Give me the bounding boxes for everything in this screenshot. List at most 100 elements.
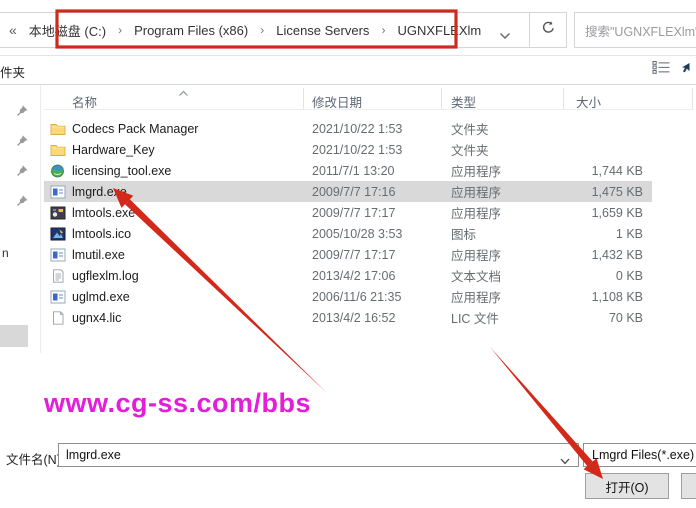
new-folder-button-partial[interactable]: 件夹 xyxy=(0,62,25,81)
file-name-cell: uglmd.exe xyxy=(72,290,130,304)
breadcrumb-item[interactable]: Program Files (x86) xyxy=(134,23,248,38)
table-row[interactable]: Codecs Pack Manager 2021/10/22 1:53 文件夹 xyxy=(44,118,652,139)
file-size-cell: 1 KB xyxy=(514,227,643,241)
table-row[interactable]: ugflexlm.log 2013/4/2 17:06 文本文档 0 KB xyxy=(44,265,652,286)
breadcrumb-separator-icon: › xyxy=(118,23,122,37)
search-input[interactable]: 搜索"UGNXFLEXlm" xyxy=(574,12,696,48)
file-name-cell: licensing_tool.exe xyxy=(72,164,171,178)
column-separator[interactable] xyxy=(563,88,564,110)
file-name-cell: lmtools.exe xyxy=(72,206,135,220)
file-size-cell: 1,659 KB xyxy=(514,206,643,220)
table-row[interactable]: uglmd.exe 2006/11/6 21:35 应用程序 1,108 KB xyxy=(44,286,652,307)
column-separator[interactable] xyxy=(692,88,693,110)
view-dropdown-arrow-icon[interactable] xyxy=(677,61,691,79)
app-icon xyxy=(50,247,66,262)
file-size-cell: 1,475 KB xyxy=(514,185,643,199)
file-name-cell: ugnx4.lic xyxy=(72,311,121,325)
breadcrumb-separator-icon: › xyxy=(260,23,264,37)
table-row[interactable]: Hardware_Key 2021/10/22 1:53 文件夹 xyxy=(44,139,652,160)
file-type-cell: 应用程序 xyxy=(451,161,501,180)
table-row[interactable]: lmtools.ico 2005/10/28 3:53 图标 1 KB xyxy=(44,223,652,244)
breadcrumb-item[interactable]: License Servers xyxy=(276,23,369,38)
file-name-cell: lmgrd.exe xyxy=(72,185,127,199)
file-size-cell: 70 KB xyxy=(514,311,643,325)
pin-icon[interactable] xyxy=(16,104,29,122)
tool-app-icon xyxy=(50,205,66,220)
log-file-icon xyxy=(50,268,66,283)
open-button[interactable]: 打开(O) xyxy=(585,473,669,499)
breadcrumb-separator-icon: › xyxy=(381,23,385,37)
file-date-cell: 2013/4/2 17:06 xyxy=(312,269,395,283)
filename-input[interactable]: lmgrd.exe xyxy=(58,443,579,467)
pin-icon[interactable] xyxy=(16,194,29,212)
address-bar[interactable]: « 本地磁盘 (C:) › Program Files (x86) › License … xyxy=(0,12,530,48)
table-row[interactable]: lmgrd.exe2009/7/7 17:16应用程序1,475 KB xyxy=(44,181,652,202)
file-name-cell: ugflexlm.log xyxy=(72,269,139,283)
file-size-cell: 1,432 KB xyxy=(514,248,643,262)
sort-ascending-icon xyxy=(178,84,189,102)
file-type-cell: 应用程序 xyxy=(451,287,501,306)
file-date-cell: 2021/10/22 1:53 xyxy=(312,122,402,136)
file-type-cell: 图标 xyxy=(451,224,476,243)
breadcrumb-item[interactable]: UGNXFLEXlm xyxy=(397,23,481,38)
file-type-cell: 应用程序 xyxy=(451,245,501,264)
column-separator[interactable] xyxy=(441,88,442,110)
filetype-select[interactable]: Lmgrd Files(*.exe) xyxy=(583,443,696,467)
globe-app-icon xyxy=(50,163,66,178)
folder-icon xyxy=(50,121,66,136)
filename-label: 文件名(N): xyxy=(6,449,64,468)
toolbar-divider xyxy=(0,84,696,85)
file-name-cell: Codecs Pack Manager xyxy=(72,122,198,136)
open-file-dialog: « 本地磁盘 (C:) › Program Files (x86) › License … xyxy=(0,0,696,508)
filename-value: lmgrd.exe xyxy=(66,448,121,462)
pin-icon[interactable] xyxy=(16,134,29,152)
image-icon xyxy=(50,226,66,241)
file-date-cell: 2009/7/7 17:16 xyxy=(312,185,395,199)
address-dropdown-chevron-icon[interactable] xyxy=(499,27,511,45)
table-row[interactable]: licensing_tool.exe 2011/7/1 13:20 应用程序 1,74… xyxy=(44,160,652,181)
breadcrumb: 本地磁盘 (C:) › Program Files (x86) › License Se… xyxy=(17,21,481,40)
file-type-cell: 文件夹 xyxy=(451,140,489,159)
file-name-cell: Hardware_Key xyxy=(72,143,155,157)
table-row[interactable]: lmtools.exe 2009/7/7 17:17 应用程序 1,659 KB xyxy=(44,202,652,223)
filetype-value: Lmgrd Files(*.exe) xyxy=(592,448,694,462)
toolbar xyxy=(0,56,696,84)
file-table: Codecs Pack Manager2021/10/22 1:53文件夹Har… xyxy=(44,118,652,328)
table-row[interactable]: ugnx4.lic 2013/4/2 16:52 LIC 文件 70 KB xyxy=(44,307,652,328)
file-type-cell: LIC 文件 xyxy=(451,308,499,327)
column-separator[interactable] xyxy=(303,88,304,110)
pin-icon[interactable] xyxy=(16,164,29,182)
watermark: www.cg-ss.com/bbs xyxy=(44,388,311,419)
file-date-cell: 2006/11/6 21:35 xyxy=(312,290,401,304)
breadcrumb-item[interactable]: 本地磁盘 (C:) xyxy=(29,21,106,40)
file-date-cell: 2009/7/7 17:17 xyxy=(312,206,395,220)
blank-file-icon xyxy=(50,310,66,325)
sidebar-item-partial-label[interactable]: n xyxy=(2,246,9,260)
file-type-cell: 应用程序 xyxy=(451,203,501,222)
file-date-cell: 2021/10/22 1:53 xyxy=(312,143,402,157)
file-name-cell: lmutil.exe xyxy=(72,248,125,262)
file-date-cell: 2011/7/1 13:20 xyxy=(312,164,394,178)
refresh-button[interactable] xyxy=(529,12,567,48)
file-type-cell: 文本文档 xyxy=(451,266,501,285)
app-icon xyxy=(50,184,66,199)
filename-dropdown-chevron-icon[interactable] xyxy=(560,452,570,470)
app-icon xyxy=(50,289,66,304)
file-size-cell: 1,108 KB xyxy=(514,290,643,304)
file-type-cell: 文件夹 xyxy=(451,119,489,138)
file-size-cell: 1,744 KB xyxy=(514,164,643,178)
details-view-icon[interactable] xyxy=(652,60,672,80)
file-size-cell: 0 KB xyxy=(514,269,643,283)
header-underline xyxy=(44,109,694,110)
sidebar-selected-fragment[interactable] xyxy=(0,325,28,347)
file-date-cell: 2013/4/2 16:52 xyxy=(312,311,395,325)
file-date-cell: 2005/10/28 3:53 xyxy=(312,227,402,241)
folder-icon xyxy=(50,142,66,157)
breadcrumb-collapse-icon[interactable]: « xyxy=(9,22,17,38)
cancel-button-partial[interactable] xyxy=(681,473,696,499)
table-row[interactable]: lmutil.exe 2009/7/7 17:17 应用程序 1,432 KB xyxy=(44,244,652,265)
refresh-icon xyxy=(541,20,556,40)
search-input-text: 搜索"UGNXFLEXlm" xyxy=(585,21,696,40)
file-name-cell: lmtools.ico xyxy=(72,227,131,241)
file-date-cell: 2009/7/7 17:17 xyxy=(312,248,395,262)
